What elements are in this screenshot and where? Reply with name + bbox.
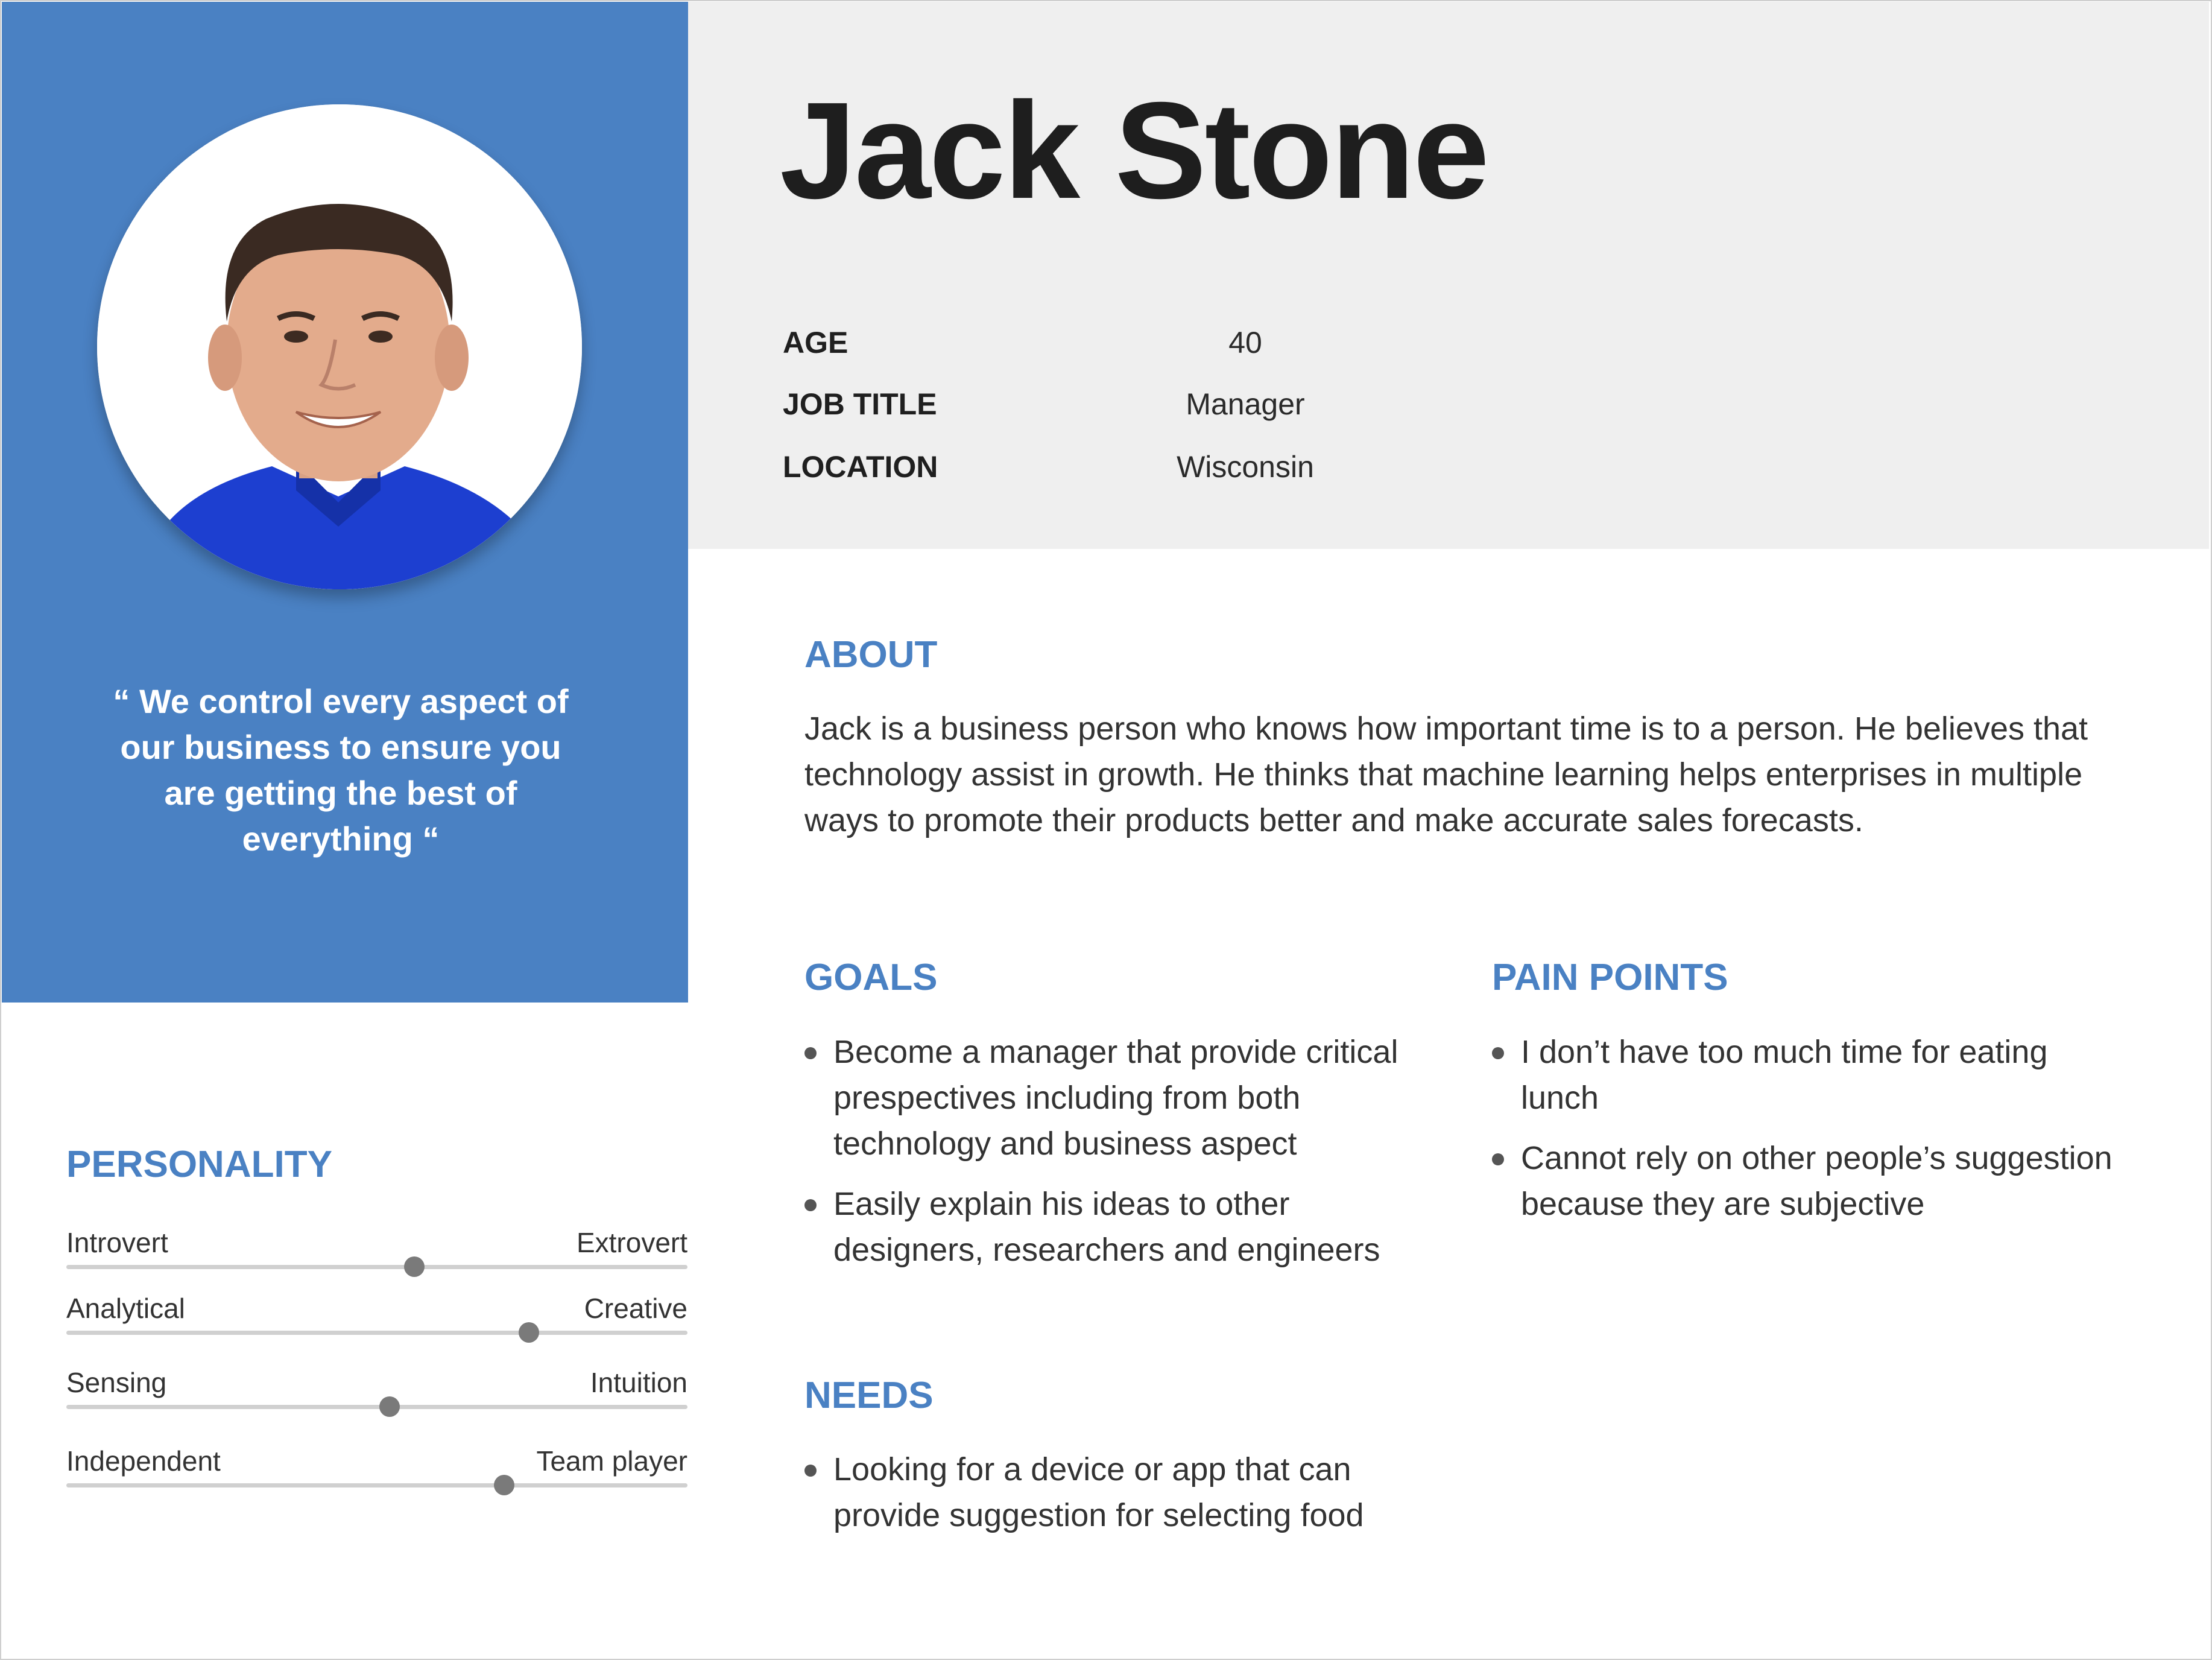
list-item: Easily explain his ideas to other design… [804,1181,1444,1273]
bullet-icon [804,1465,817,1477]
pain-points-heading: PAIN POINTS [1492,957,1728,998]
bullet-icon [804,1199,817,1211]
bullet-icon [804,1047,817,1059]
list-item: Become a manager that provide critical p… [804,1029,1444,1167]
location-value: Wisconsin [1177,450,1314,484]
trait-slider[interactable] [66,1322,687,1343]
person-photo [97,104,582,589]
goal-text: Become a manager that provide critical p… [833,1034,1398,1162]
bullet-icon [1492,1047,1504,1059]
trait-left-label: Introvert [66,1227,168,1258]
trait-right-label: Team player [536,1445,687,1477]
trait-right-label: Intuition [590,1367,687,1398]
trait-left-label: Analytical [66,1293,185,1324]
age-label: AGE [783,326,848,360]
trait-left-label: Independent [66,1445,221,1477]
about-heading: ABOUT [804,634,938,676]
pain-point-text: Cannot rely on other people’s suggestion… [1521,1140,2112,1222]
slider-knob[interactable] [379,1396,400,1417]
trait-right-label: Creative [584,1293,687,1324]
need-text: Looking for a device or app that can pro… [833,1451,1364,1533]
personality-heading: PERSONALITY [66,1144,332,1185]
trait-left-label: Sensing [66,1367,167,1398]
bullet-icon [1492,1153,1504,1165]
persona-name: Jack Stone [780,74,1490,227]
needs-list: Looking for a device or app that can pro… [804,1446,1444,1553]
trait-slider[interactable] [66,1475,687,1495]
list-item: Cannot rely on other people’s suggestion… [1492,1135,2131,1227]
job-title-value: Manager [1186,387,1305,421]
slider-knob[interactable] [403,1256,425,1277]
needs-heading: NEEDS [804,1375,934,1416]
trait-right-label: Extrovert [576,1227,687,1258]
list-item: I don’t have too much time for eating lu… [1492,1029,2131,1121]
slider-knob[interactable] [494,1475,515,1495]
trait-slider[interactable] [66,1396,687,1417]
job-title-label: JOB TITLE [783,387,937,421]
pain-point-text: I don’t have too much time for eating lu… [1521,1034,2048,1116]
about-text: Jack is a business person who knows how … [804,711,2088,838]
pain-points-list: I don’t have too much time for eating lu… [1492,1029,2131,1241]
goals-heading: GOALS [804,957,938,998]
location-label: LOCATION [783,450,938,484]
goals-list: Become a manager that provide critical p… [804,1029,1444,1287]
avatar [97,104,582,589]
goal-text: Easily explain his ideas to other design… [833,1186,1380,1268]
trait-slider[interactable] [66,1256,687,1277]
persona-quote: “ We control every aspect of our busines… [113,682,569,858]
age-value: 40 [1228,326,1262,360]
list-item: Looking for a device or app that can pro… [804,1446,1444,1538]
